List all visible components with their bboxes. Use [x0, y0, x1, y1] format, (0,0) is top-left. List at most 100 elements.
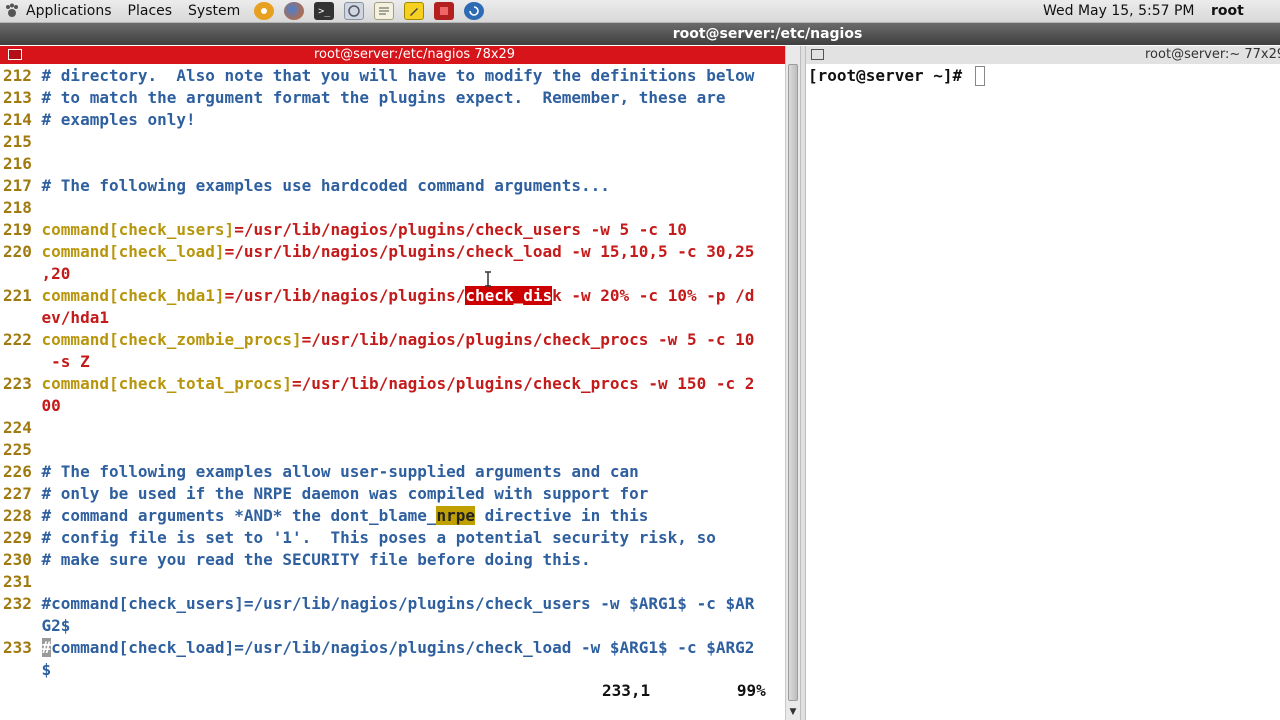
- code-line: 215: [3, 131, 42, 153]
- line-number: [3, 396, 42, 415]
- line-number: 220: [3, 242, 42, 261]
- left-scrollbar-thumb[interactable]: [788, 64, 798, 701]
- line-number: 223: [3, 374, 42, 393]
- code-segment: #: [41, 638, 52, 657]
- code-segment: =/usr/lib/nagios/plugins/check_users -w …: [234, 220, 687, 239]
- left-terminal[interactable]: 212 # directory. Also note that you will…: [0, 64, 785, 720]
- code-line: 216: [3, 153, 42, 175]
- right-pane-tab-bar[interactable]: root@server:~ 77x29: [806, 46, 1280, 65]
- code-segment: command[check_load]: [41, 242, 225, 261]
- code-line: 214 # examples only!: [3, 109, 196, 131]
- panel-user[interactable]: root: [1211, 0, 1244, 22]
- code-line: 228 # command arguments *AND* the dont_b…: [3, 505, 648, 527]
- panel-clock[interactable]: Wed May 15, 5:57 PM: [1043, 0, 1195, 22]
- network-icon[interactable]: [344, 2, 365, 20]
- line-number: [3, 308, 42, 327]
- right-pane-title: root@server:~ 77x29: [1145, 47, 1280, 62]
- code-segment: check_dis: [465, 286, 553, 305]
- code-line-wrap: ,20: [3, 263, 71, 285]
- line-number: 215: [3, 132, 42, 151]
- notes-icon[interactable]: [404, 2, 425, 20]
- pane-menu-icon[interactable]: [8, 49, 22, 60]
- code-segment: command[check_users]: [41, 220, 235, 239]
- code-segment: command[check_load]=/usr/lib/nagios/plug…: [51, 638, 755, 657]
- code-segment: ,20: [41, 264, 71, 283]
- code-line: 218: [3, 197, 42, 219]
- line-number: 214: [3, 110, 42, 129]
- code-line-wrap: G2$: [3, 615, 71, 637]
- left-scrollbar[interactable]: ▼: [785, 46, 800, 720]
- line-number: 222: [3, 330, 42, 349]
- line-number: 221: [3, 286, 42, 305]
- code-segment: # config file is set to '1'. This poses …: [41, 528, 716, 547]
- line-number: [3, 660, 42, 679]
- line-number: 230: [3, 550, 42, 569]
- pane-menu-icon[interactable]: [811, 49, 824, 60]
- places-menu[interactable]: Places: [120, 0, 181, 22]
- left-pane-tab-bar[interactable]: root@server:/etc/nagios 78x29: [0, 46, 800, 64]
- calculator-icon[interactable]: [434, 2, 455, 20]
- line-number: 219: [3, 220, 42, 239]
- code-segment: =/usr/lib/nagios/plugins/check_procs -w …: [291, 374, 755, 393]
- code-segment: #command[check_users]=/usr/lib/nagios/pl…: [41, 594, 755, 613]
- code-line: 230 # make sure you read the SECURITY fi…: [3, 549, 591, 571]
- left-pane-title: root@server:/etc/nagios 78x29: [314, 47, 516, 62]
- terminal-icon[interactable]: >_: [314, 2, 335, 20]
- line-number: 231: [3, 572, 42, 591]
- code-segment: # only be used if the NRPE daemon was co…: [41, 484, 649, 503]
- line-number: 218: [3, 198, 42, 217]
- code-line: 219 command[check_users]=/usr/lib/nagios…: [3, 219, 687, 241]
- code-line: 233 #command[check_load]=/usr/lib/nagios…: [3, 637, 754, 659]
- code-line-wrap: 00: [3, 395, 61, 417]
- code-segment: # make sure you read the SECURITY file b…: [41, 550, 591, 569]
- code-segment: -s Z: [41, 352, 90, 371]
- code-line: 226 # The following examples allow user-…: [3, 461, 639, 483]
- code-line: 213 # to match the argument format the p…: [3, 87, 725, 109]
- code-segment: command[check_total_procs]: [41, 374, 292, 393]
- code-segment: ev/hda1: [41, 308, 109, 327]
- code-segment: # to match the argument format the plugi…: [41, 88, 726, 107]
- code-segment: # The following examples use hardcoded c…: [41, 176, 610, 195]
- line-number: 226: [3, 462, 42, 481]
- code-line: 229 # config file is set to '1'. This po…: [3, 527, 716, 549]
- code-segment: directive in this: [475, 506, 649, 525]
- code-line: 223 command[check_total_procs]=/usr/lib/…: [3, 373, 754, 395]
- code-line: 221 command[check_hda1]=/usr/lib/nagios/…: [3, 285, 754, 307]
- line-number: 227: [3, 484, 42, 503]
- scroll-down-icon[interactable]: ▼: [788, 706, 798, 718]
- line-number: 229: [3, 528, 42, 547]
- right-terminal[interactable]: [root@server ~]#: [806, 64, 1280, 720]
- code-segment: # examples only!: [41, 110, 196, 129]
- line-number: 213: [3, 88, 42, 107]
- line-number: 233: [3, 638, 42, 657]
- code-segment: k -w 20% -c 10% -p /d: [552, 286, 755, 305]
- code-line: 227 # only be used if the NRPE daemon wa…: [3, 483, 648, 505]
- applications-menu[interactable]: Applications: [0, 0, 120, 22]
- line-number: 224: [3, 418, 42, 437]
- text-cursor-icon: [484, 271, 492, 287]
- code-line: 232 #command[check_users]=/usr/lib/nagio…: [3, 593, 754, 615]
- code-line-wrap: $: [3, 659, 52, 681]
- system-menu[interactable]: System: [180, 0, 248, 22]
- line-number: 232: [3, 594, 42, 613]
- code-segment: command[check_zombie_procs]: [41, 330, 302, 349]
- firefox-icon[interactable]: [284, 2, 305, 20]
- text-editor-icon[interactable]: [374, 2, 395, 20]
- code-segment: # directory. Also note that you will hav…: [41, 66, 755, 85]
- line-number: [3, 616, 42, 635]
- code-line: 212 # directory. Also note that you will…: [3, 65, 754, 87]
- settings-icon[interactable]: [254, 2, 275, 20]
- code-line: 220 command[check_load]=/usr/lib/nagios/…: [3, 241, 754, 263]
- update-icon[interactable]: [464, 2, 485, 20]
- vim-status-line: 233,1 99%: [602, 681, 766, 700]
- gnome-foot-icon: [4, 3, 20, 19]
- code-segment: command[check_hda1]: [41, 286, 225, 305]
- code-segment: # command arguments *AND* the dont_blame…: [41, 506, 437, 525]
- code-line-wrap: -s Z: [3, 351, 90, 373]
- line-number: 225: [3, 440, 42, 459]
- top-panel: Applications Places System >_ Wed May 15…: [0, 0, 1280, 23]
- code-segment: $: [41, 660, 52, 679]
- terminal-cursor: [975, 66, 985, 86]
- window-titlebar[interactable]: root@server:/etc/nagios: [0, 23, 1280, 45]
- shell-prompt: [root@server ~]#: [808, 66, 972, 85]
